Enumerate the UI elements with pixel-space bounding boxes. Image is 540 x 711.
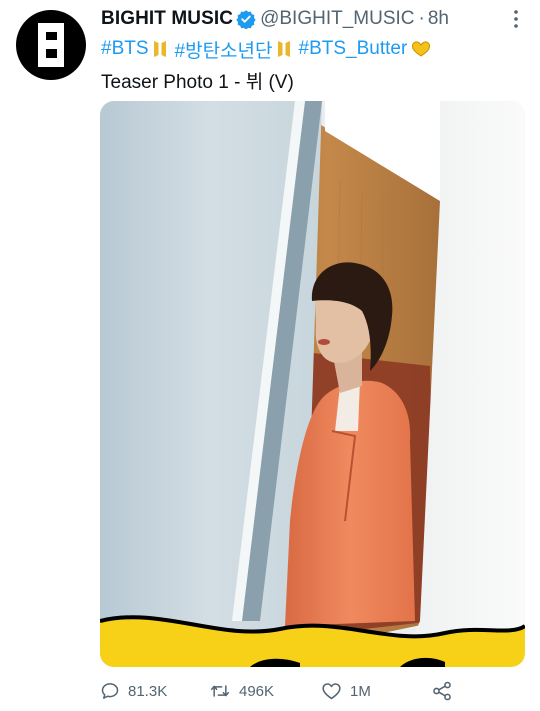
more-icon[interactable]	[504, 8, 528, 30]
reply-icon	[101, 683, 119, 699]
like-button[interactable]: 1M	[321, 681, 431, 701]
share-button[interactable]	[431, 680, 453, 702]
hashtag-link[interactable]: #방탄소년단	[175, 36, 273, 63]
author-display-name[interactable]: BIGHIT MUSIC	[101, 8, 233, 30]
retweet-icon	[210, 685, 230, 697]
retweet-count: 496K	[239, 682, 275, 700]
hashtag-link[interactable]: #BTS	[101, 38, 149, 60]
tweet-photo[interactable]	[100, 101, 525, 667]
teaser-photo	[100, 101, 525, 667]
tweet-timestamp[interactable]: 8h	[428, 8, 449, 30]
share-icon	[433, 681, 451, 701]
separator-dot: ·	[418, 8, 425, 29]
author-avatar[interactable]	[16, 10, 86, 80]
bts-logo-emoji	[153, 40, 167, 58]
reply-count: 81.3K	[128, 682, 168, 700]
tweet-header: BIGHIT MUSIC @BIGHIT_MUSIC · 8h	[101, 6, 526, 32]
author-handle[interactable]: @BIGHIT_MUSIC	[260, 8, 414, 30]
like-count: 1M	[350, 682, 371, 700]
tweet-actions: 81.3K 496K 1M	[100, 676, 460, 706]
tweet-hashtags: #BTS #방탄소년단 #BTS_Butter	[101, 36, 431, 62]
bighit-logo-icon	[38, 23, 64, 67]
heart-icon	[322, 683, 341, 700]
tweet-caption: Teaser Photo 1 - 뷔 (V)	[101, 71, 294, 93]
verified-badge-icon	[236, 9, 256, 29]
yellow-heart-emoji	[411, 40, 431, 58]
retweet-button[interactable]: 496K	[209, 681, 321, 701]
hashtag-link[interactable]: #BTS_Butter	[299, 38, 408, 60]
reply-button[interactable]: 81.3K	[100, 681, 209, 701]
bts-logo-emoji	[277, 40, 291, 58]
